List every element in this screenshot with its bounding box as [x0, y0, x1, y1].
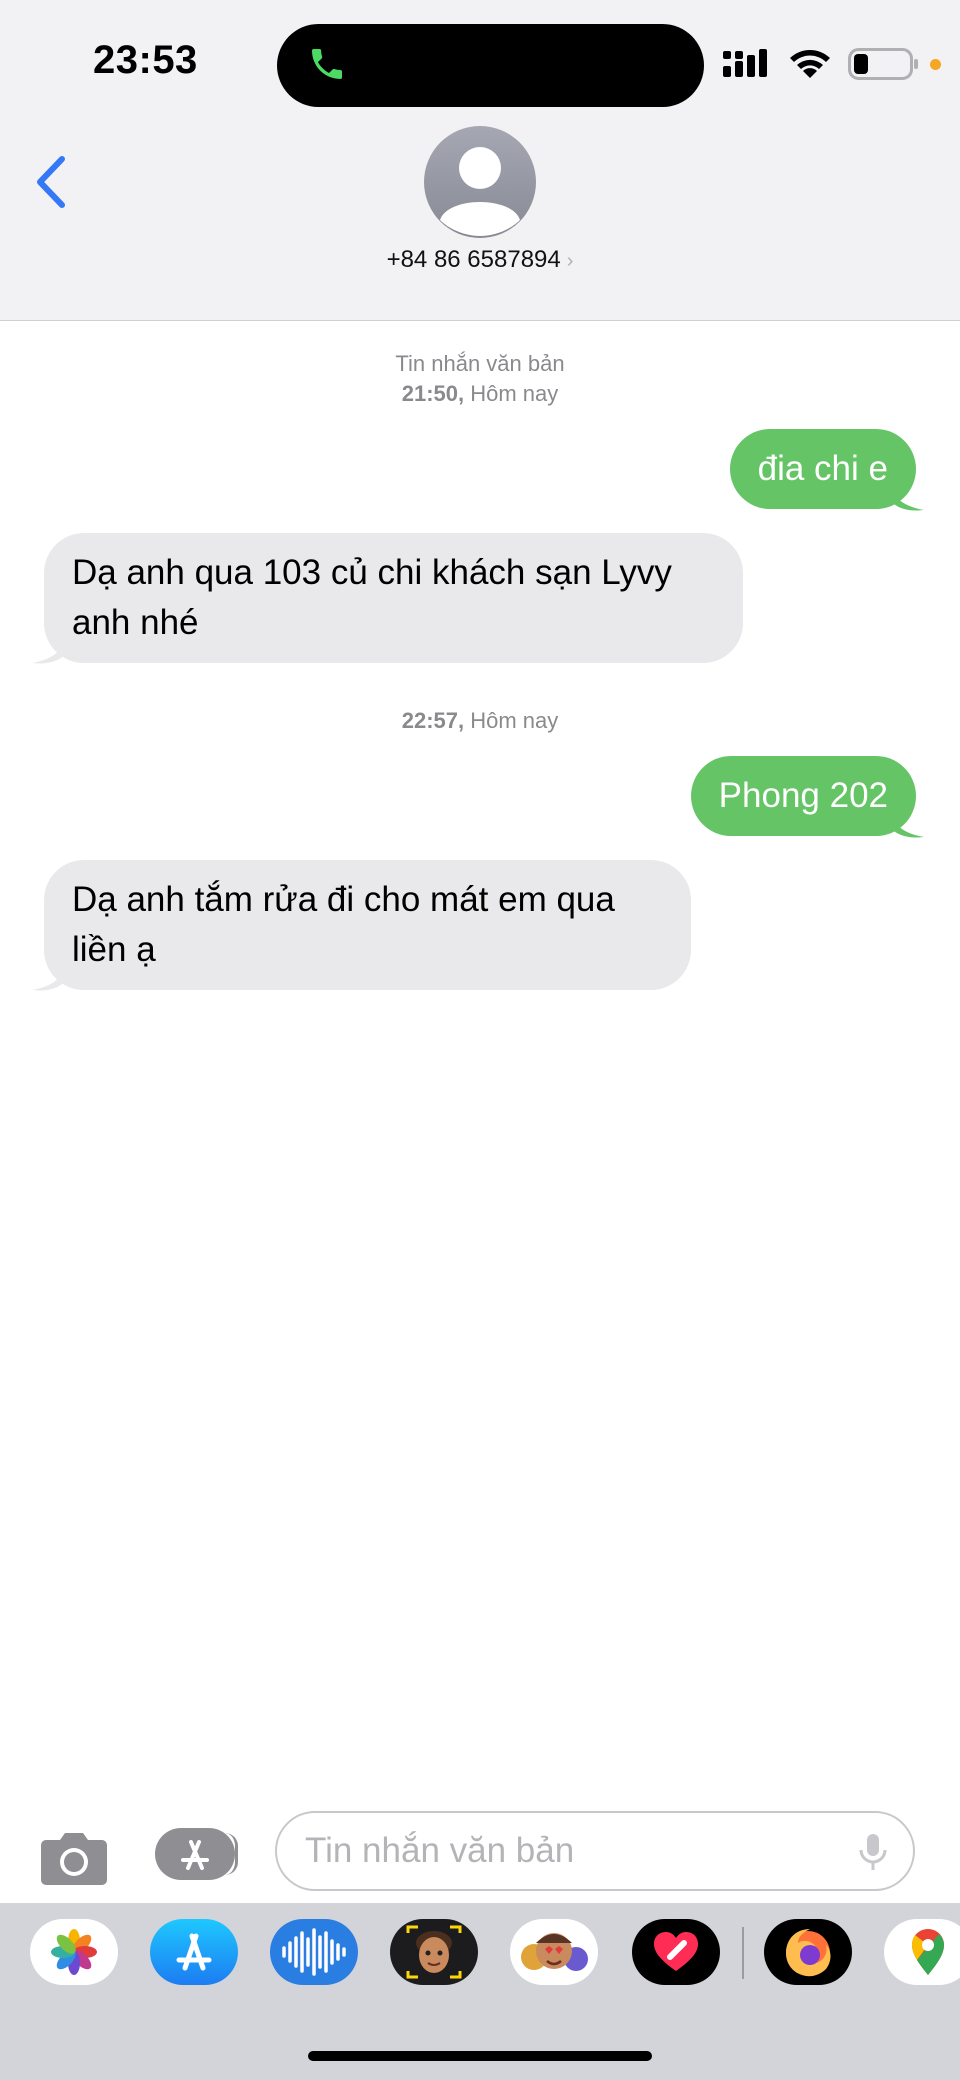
microphone-icon[interactable]: [858, 1832, 888, 1872]
memoji-icon[interactable]: [390, 1919, 478, 1985]
contact-number[interactable]: +84 86 6587894: [387, 246, 561, 273]
message-composer: [0, 1800, 960, 1900]
bubble-tail: [32, 633, 66, 664]
camera-icon[interactable]: [40, 1830, 108, 1886]
app-store-icon[interactable]: [150, 1919, 238, 1985]
conversation-header: 23:53 +84 86 6587894 ›: [0, 0, 960, 321]
timestamp-day: Hôm nay: [470, 708, 559, 733]
chevron-left-icon[interactable]: [34, 154, 70, 210]
battery-icon: [848, 48, 918, 80]
cellular-signal-icon: [723, 49, 767, 77]
timestamp-divider: Tin nhắn văn bản 21:50, Hôm nay: [0, 349, 960, 409]
app-store-icon: [181, 1840, 209, 1870]
chevron-right-icon: ›: [566, 250, 574, 272]
bubble-tail: [890, 807, 924, 838]
google-maps-icon[interactable]: [884, 1919, 960, 1985]
photos-icon[interactable]: [30, 1919, 118, 1985]
message-input[interactable]: [275, 1811, 915, 1891]
wifi-icon: [790, 50, 830, 78]
audio-message-icon[interactable]: [270, 1919, 358, 1985]
apps-button[interactable]: [155, 1828, 235, 1880]
contact-avatar[interactable]: [424, 126, 536, 238]
apps-button-edge: [225, 1833, 238, 1875]
firefox-icon[interactable]: [764, 1919, 852, 1985]
timestamp-time: 22:57,: [401, 708, 465, 733]
status-time: 23:53: [93, 38, 198, 82]
message-bubble-outgoing[interactable]: đia chi e: [729, 429, 916, 509]
contact-name[interactable]: +84 86 6587894 ›: [0, 246, 960, 274]
recording-indicator-dot: [930, 59, 941, 70]
phone-call-icon: [312, 49, 342, 79]
bubble-tail: [890, 480, 924, 511]
message-type-label: Tin nhắn văn bản: [395, 351, 565, 376]
tray-divider: [742, 1927, 744, 1979]
message-bubble-incoming[interactable]: Dạ anh qua 103 củ chi khách sạn Lyvy anh…: [44, 533, 743, 663]
animoji-stickers-icon[interactable]: [510, 1919, 598, 1985]
dynamic-island[interactable]: [277, 24, 704, 107]
timestamp-time: 21:50,: [401, 381, 465, 406]
person-icon: [440, 147, 520, 236]
bubble-tail: [32, 960, 66, 991]
timestamp-day: Hôm nay: [470, 381, 559, 406]
home-indicator[interactable]: [308, 2051, 652, 2061]
status-indicators: [722, 44, 944, 84]
timestamp-divider: 22:57, Hôm nay: [0, 706, 960, 736]
message-bubble-incoming[interactable]: Dạ anh tắm rửa đi cho mát em qua liền ạ: [44, 860, 691, 990]
message-bubble-outgoing[interactable]: Phong 202: [690, 756, 916, 836]
digital-touch-icon[interactable]: [632, 1919, 720, 1985]
